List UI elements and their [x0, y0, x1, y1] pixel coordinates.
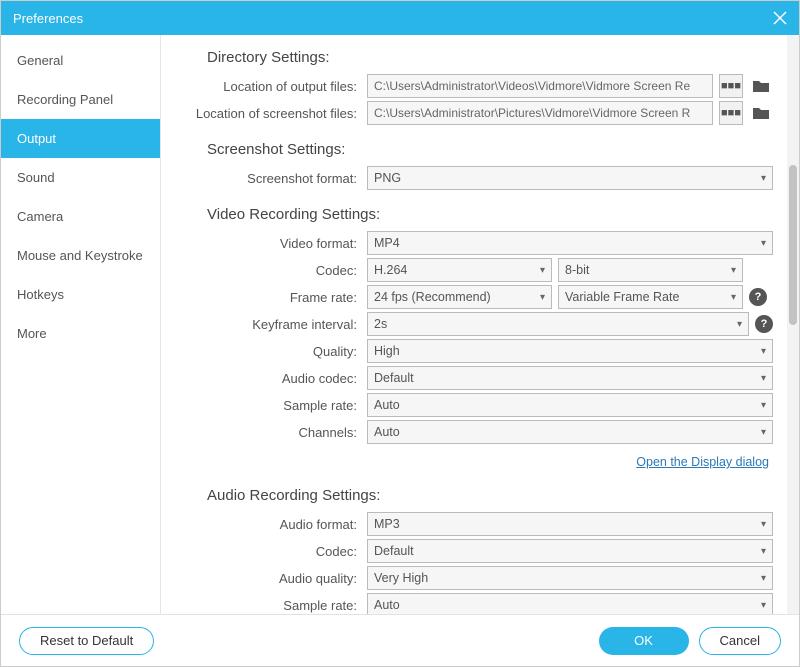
chevron-down-icon: ▾	[761, 400, 766, 411]
video-sample-rate-label: Sample rate:	[167, 398, 367, 413]
scrollbar[interactable]	[787, 35, 799, 614]
quality-select[interactable]: High ▾	[367, 339, 773, 363]
chevron-down-icon: ▾	[540, 265, 545, 276]
video-format-select[interactable]: MP4 ▾	[367, 231, 773, 255]
screenshot-files-label: Location of screenshot files:	[167, 106, 367, 121]
sidebar-item-camera[interactable]: Camera	[1, 197, 160, 236]
video-channels-select[interactable]: Auto ▾	[367, 420, 773, 444]
video-channels-label: Channels:	[167, 425, 367, 440]
reset-button[interactable]: Reset to Default	[19, 627, 154, 655]
quality-label: Quality:	[167, 344, 367, 359]
chevron-down-icon: ▾	[731, 292, 736, 303]
framerate-value: 24 fps (Recommend)	[374, 290, 491, 304]
audio-sample-rate-label: Sample rate:	[167, 598, 367, 613]
framerate-mode-value: Variable Frame Rate	[565, 290, 679, 304]
audio-sample-rate-value: Auto	[374, 598, 400, 612]
output-files-label: Location of output files:	[167, 79, 367, 94]
audio-codec-label: Audio codec:	[167, 371, 367, 386]
video-format-value: MP4	[374, 236, 400, 250]
chevron-down-icon: ▾	[761, 173, 766, 184]
window-title: Preferences	[13, 11, 83, 26]
video-bit-select[interactable]: 8-bit ▾	[558, 258, 743, 282]
footer: Reset to Default OK Cancel	[1, 614, 799, 666]
keyframe-select[interactable]: 2s ▾	[367, 312, 749, 336]
video-format-label: Video format:	[167, 236, 367, 251]
help-icon[interactable]: ?	[749, 288, 767, 306]
audio-quality-label: Audio quality:	[167, 571, 367, 586]
framerate-mode-select[interactable]: Variable Frame Rate ▾	[558, 285, 743, 309]
section-video-title: Video Recording Settings:	[207, 206, 787, 223]
sidebar-item-general[interactable]: General	[1, 41, 160, 80]
screenshot-format-select[interactable]: PNG ▾	[367, 166, 773, 190]
section-directory-title: Directory Settings:	[207, 49, 787, 66]
section-screenshot-title: Screenshot Settings:	[207, 141, 787, 158]
audio-sample-rate-select[interactable]: Auto ▾	[367, 593, 773, 614]
browse-screenshot-button[interactable]: ■■■	[719, 101, 743, 125]
video-sample-rate-value: Auto	[374, 398, 400, 412]
section-audio-title: Audio Recording Settings:	[207, 487, 787, 504]
video-codec-label: Codec:	[167, 263, 367, 278]
sidebar-item-recording-panel[interactable]: Recording Panel	[1, 80, 160, 119]
browse-output-button[interactable]: ■■■	[719, 74, 743, 98]
audio-codec2-value: Default	[374, 544, 414, 558]
body: General Recording Panel Output Sound Cam…	[1, 35, 799, 614]
preferences-window: Preferences General Recording Panel Outp…	[0, 0, 800, 667]
keyframe-label: Keyframe interval:	[167, 317, 367, 332]
output-path-field[interactable]: C:\Users\Administrator\Videos\Vidmore\Vi…	[367, 74, 713, 98]
video-channels-value: Auto	[374, 425, 400, 439]
sidebar-item-mouse-keystroke[interactable]: Mouse and Keystroke	[1, 236, 160, 275]
sidebar-item-output[interactable]: Output	[1, 119, 160, 158]
framerate-select[interactable]: 24 fps (Recommend) ▾	[367, 285, 552, 309]
video-codec-value: H.264	[374, 263, 407, 277]
chevron-down-icon: ▾	[761, 427, 766, 438]
framerate-label: Frame rate:	[167, 290, 367, 305]
scrollbar-thumb[interactable]	[789, 165, 797, 325]
audio-quality-select[interactable]: Very High ▾	[367, 566, 773, 590]
audio-format-label: Audio format:	[167, 517, 367, 532]
screenshot-path-field[interactable]: C:\Users\Administrator\Pictures\Vidmore\…	[367, 101, 713, 125]
screenshot-format-label: Screenshot format:	[167, 171, 367, 186]
titlebar: Preferences	[1, 1, 799, 35]
ok-button[interactable]: OK	[599, 627, 689, 655]
audio-quality-value: Very High	[374, 571, 428, 585]
video-sample-rate-select[interactable]: Auto ▾	[367, 393, 773, 417]
open-output-folder-icon[interactable]	[749, 74, 773, 98]
video-bit-value: 8-bit	[565, 263, 589, 277]
audio-codec-value: Default	[374, 371, 414, 385]
audio-codec2-select[interactable]: Default ▾	[367, 539, 773, 563]
chevron-down-icon: ▾	[761, 600, 766, 611]
sidebar-item-more[interactable]: More	[1, 314, 160, 353]
content: Directory Settings: Location of output f…	[161, 35, 787, 614]
sidebar-item-hotkeys[interactable]: Hotkeys	[1, 275, 160, 314]
chevron-down-icon: ▾	[761, 373, 766, 384]
chevron-down-icon: ▾	[761, 519, 766, 530]
chevron-down-icon: ▾	[761, 346, 766, 357]
chevron-down-icon: ▾	[737, 319, 742, 330]
video-codec-select[interactable]: H.264 ▾	[367, 258, 552, 282]
keyframe-value: 2s	[374, 317, 387, 331]
quality-value: High	[374, 344, 400, 358]
audio-format-value: MP3	[374, 517, 400, 531]
audio-codec-select[interactable]: Default ▾	[367, 366, 773, 390]
audio-format-select[interactable]: MP3 ▾	[367, 512, 773, 536]
sidebar: General Recording Panel Output Sound Cam…	[1, 35, 161, 614]
sidebar-item-sound[interactable]: Sound	[1, 158, 160, 197]
screenshot-format-value: PNG	[374, 171, 401, 185]
chevron-down-icon: ▾	[731, 265, 736, 276]
chevron-down-icon: ▾	[540, 292, 545, 303]
chevron-down-icon: ▾	[761, 573, 766, 584]
chevron-down-icon: ▾	[761, 546, 766, 557]
content-wrap: Directory Settings: Location of output f…	[161, 35, 799, 614]
cancel-button[interactable]: Cancel	[699, 627, 781, 655]
help-icon[interactable]: ?	[755, 315, 773, 333]
chevron-down-icon: ▾	[761, 238, 766, 249]
open-screenshot-folder-icon[interactable]	[749, 101, 773, 125]
open-display-dialog-link[interactable]: Open the Display dialog	[636, 455, 769, 469]
audio-codec2-label: Codec:	[167, 544, 367, 559]
close-button[interactable]	[773, 11, 787, 25]
